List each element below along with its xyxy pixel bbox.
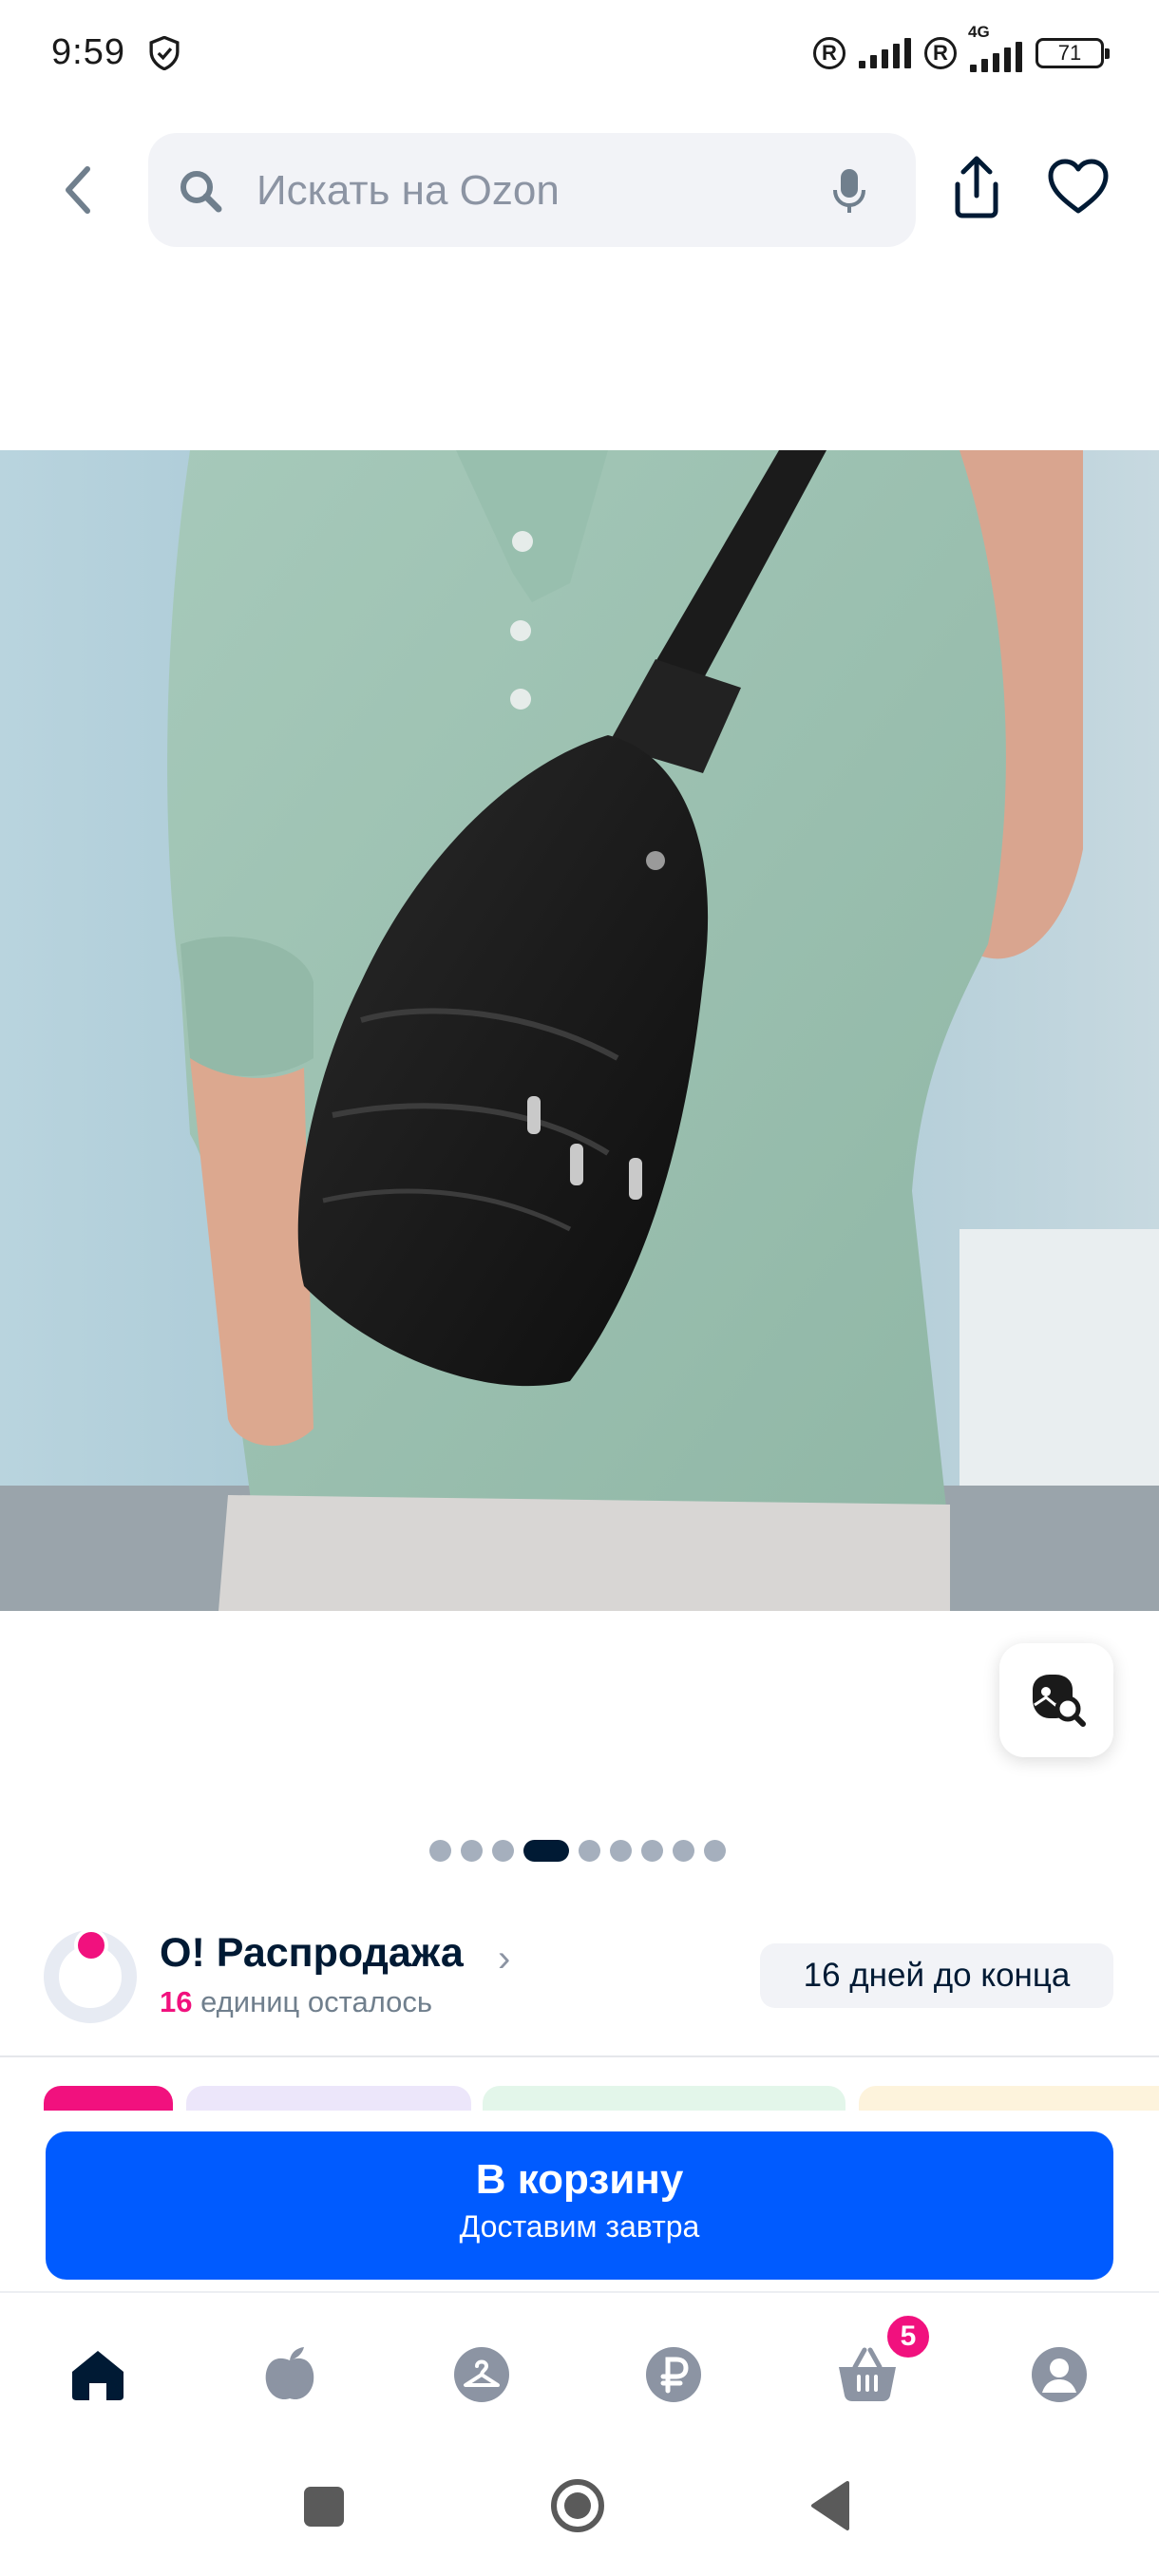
signal-4g-icon: 4G — [968, 23, 1022, 72]
battery-level: 71 — [1057, 41, 1082, 65]
status-bar: 9:59 R R 4G 71 — [0, 0, 1159, 104]
cart-count-badge: 5 — [884, 2312, 933, 2361]
pagination-dot[interactable] — [461, 1839, 483, 1862]
battery-icon: 71 — [1036, 38, 1110, 68]
gallery-pagination — [429, 1839, 726, 1862]
back-triangle-icon[interactable] — [809, 2479, 851, 2532]
back-button[interactable] — [48, 152, 108, 228]
divider — [0, 2291, 1159, 2293]
sale-days-left: 16 дней до конца — [760, 1943, 1113, 2008]
reviews-badge[interactable] — [186, 2086, 471, 2111]
installment-badge[interactable] — [859, 2086, 1159, 2111]
pagination-dot[interactable] — [641, 1839, 663, 1862]
cart-icon — [839, 2347, 896, 2401]
divider — [0, 2055, 1159, 2057]
shield-icon — [149, 36, 180, 70]
delivery-badge[interactable] — [483, 2086, 846, 2111]
fresh-icon — [265, 2347, 314, 2400]
nav-finance[interactable] — [631, 2337, 716, 2413]
chevron-right-icon[interactable]: › — [498, 1938, 510, 1980]
roaming-icon: R — [924, 37, 957, 69]
microphone-icon[interactable] — [830, 167, 868, 215]
discount-badge[interactable] — [44, 2086, 173, 2111]
pagination-dot[interactable] — [610, 1839, 632, 1862]
pagination-dot[interactable] — [704, 1839, 726, 1862]
roaming-icon: R — [813, 37, 846, 69]
pagination-dot[interactable] — [579, 1839, 600, 1862]
nav-catalog[interactable] — [439, 2337, 524, 2413]
heart-icon[interactable] — [1047, 158, 1110, 215]
search-input[interactable]: Искать на Ozon — [148, 133, 916, 247]
sale-remaining: 16 единиц осталось — [160, 1985, 432, 2019]
search-icon — [180, 171, 222, 213]
nav-profile[interactable] — [1016, 2337, 1102, 2413]
home-button-icon[interactable] — [549, 2477, 606, 2534]
product-image[interactable] — [0, 450, 1159, 1611]
signal-icon — [859, 38, 911, 68]
recent-apps-button[interactable] — [304, 2487, 344, 2527]
search-placeholder: Искать на Ozon — [256, 167, 560, 214]
pagination-dot[interactable] — [673, 1839, 694, 1862]
home-icon — [72, 2351, 124, 2400]
remaining-label: единиц осталось — [200, 1985, 433, 2018]
remaining-count: 16 — [160, 1985, 193, 2018]
product-photo-illustration — [0, 450, 1159, 1611]
chevron-left-icon — [66, 166, 90, 214]
nav-fresh[interactable] — [247, 2337, 332, 2413]
sale-title[interactable]: О! Распродажа — [160, 1930, 464, 1977]
catalog-icon — [454, 2347, 509, 2402]
status-time: 9:59 — [51, 32, 125, 72]
image-search-icon — [1033, 1675, 1086, 1727]
pagination-dot[interactable] — [492, 1839, 514, 1862]
finance-icon — [646, 2347, 701, 2402]
profile-icon — [1032, 2347, 1087, 2402]
photo-search-button[interactable] — [999, 1643, 1113, 1757]
badge-strip — [44, 2086, 1159, 2111]
add-to-cart-button[interactable]: В корзину Доставим завтра — [46, 2131, 1113, 2280]
nav-home[interactable] — [55, 2337, 141, 2413]
sale-progress-marker — [74, 1928, 108, 1962]
add-to-cart-label: В корзину — [475, 2156, 684, 2203]
status-indicators: R R 4G 71 — [813, 23, 1110, 74]
network-type: 4G — [968, 23, 990, 41]
pagination-dot[interactable] — [429, 1839, 451, 1862]
share-icon[interactable] — [946, 154, 1007, 220]
pagination-dot-active[interactable] — [523, 1839, 569, 1862]
delivery-info: Доставим завтра — [459, 2209, 700, 2244]
